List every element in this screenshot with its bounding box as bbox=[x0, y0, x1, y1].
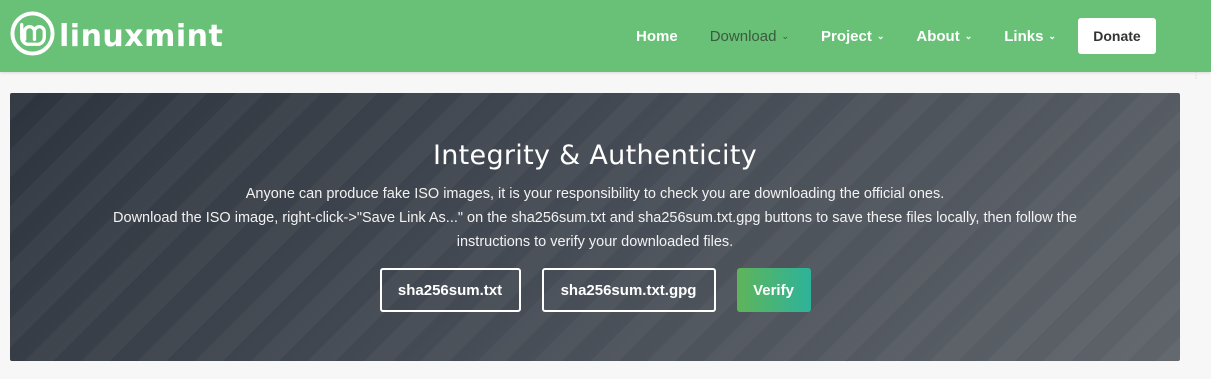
donate-button[interactable]: Donate bbox=[1078, 18, 1156, 54]
brand-name: linuxmint bbox=[59, 18, 224, 54]
nav-item-links[interactable]: Links ⌄ bbox=[1004, 28, 1056, 45]
nav-item-project[interactable]: Project ⌄ bbox=[821, 28, 884, 45]
top-navbar: linuxmint Home Download ⌄ Project ⌄ Abou… bbox=[0, 0, 1211, 72]
scrollbar-grip-icon[interactable]: ⋮ bbox=[1192, 72, 1200, 80]
linux-mint-logo-icon bbox=[9, 10, 56, 62]
verification-buttons: sha256sum.txt sha256sum.txt.gpg Verify bbox=[10, 268, 1180, 312]
page-title: Integrity & Authenticity bbox=[432, 140, 757, 171]
nav-item-label: Download bbox=[709, 27, 777, 45]
hero-text-line-2: Download the ISO image, right-click->"Sa… bbox=[113, 210, 1077, 250]
nav-item-about[interactable]: About ⌄ bbox=[916, 28, 972, 45]
chevron-down-icon: ⌄ bbox=[1048, 31, 1056, 41]
chevron-down-icon: ⌄ bbox=[964, 31, 973, 41]
hero-text-line-1: Anyone can produce fake ISO images, it i… bbox=[245, 186, 945, 202]
nav-item-label: About bbox=[916, 27, 960, 45]
nav-item-label: Project bbox=[820, 27, 872, 45]
chevron-down-icon: ⌄ bbox=[781, 31, 789, 41]
integrity-hero-panel: Integrity & Authenticity Anyone can prod… bbox=[10, 93, 1180, 361]
sha256sum-button[interactable]: sha256sum.txt bbox=[379, 268, 521, 312]
brand-logo[interactable]: linuxmint bbox=[9, 11, 223, 61]
nav-item-label: Home bbox=[636, 27, 678, 45]
main-nav: Home Download ⌄ Project ⌄ About ⌄ Links … bbox=[636, 0, 1211, 72]
nav-item-home[interactable]: Home bbox=[636, 28, 678, 45]
chevron-down-icon: ⌄ bbox=[876, 31, 885, 41]
nav-item-label: Links bbox=[1004, 27, 1044, 45]
hero-description: Anyone can produce fake ISO images, it i… bbox=[100, 182, 1090, 254]
sha256sum-gpg-button[interactable]: sha256sum.txt.gpg bbox=[541, 268, 716, 312]
nav-item-download[interactable]: Download ⌄ bbox=[710, 28, 789, 45]
verify-button[interactable]: Verify bbox=[736, 268, 811, 312]
